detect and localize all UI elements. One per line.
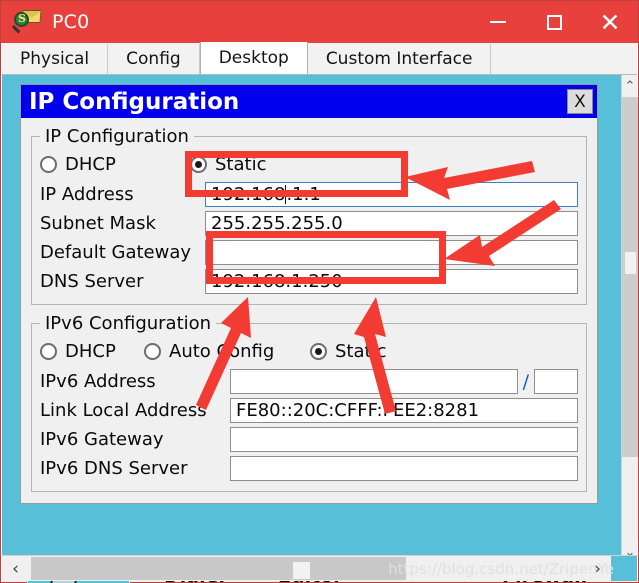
default-gateway-field[interactable] [205,240,578,265]
ip-configuration-titlebar: IP Configuration X [21,85,597,118]
ipv6-address-field[interactable] [230,369,518,394]
ipv4-configuration-legend: IP Configuration [45,126,189,147]
ipv6-dhcp-label: DHCP [65,340,116,362]
window-titlebar: S PC0 ✕ [1,1,638,43]
dns-server-value: 192.168.1.250 [211,271,343,292]
ipv6-configuration-legend: IPv6 Configuration [45,313,212,334]
link-local-address-row: Link Local Address FE80::20C:CFFF:FEE2:8… [40,396,578,425]
ipv6-dns-server-field[interactable] [230,456,578,481]
scroll-up-icon[interactable]: ⌃ [622,75,638,97]
scrollbar-corner [611,556,637,581]
close-button[interactable]: ✕ [582,1,638,43]
radio-icon-selected [310,342,327,360]
packet-tracer-device-window: S PC0 ✕ Physical Config Desktop Custom I… [0,0,639,583]
ipv4-static-label: Static [215,153,267,175]
scroll-left-icon[interactable]: ‹ [2,556,29,581]
vertical-scroll-track[interactable] [622,97,638,541]
ip-configuration-dialog: IP Configuration X IP Configuration DHCP [20,84,598,504]
ip-configuration-title: IP Configuration [29,88,240,115]
window-title: PC0 [52,11,90,33]
ipv6-dhcp-radio[interactable]: DHCP [40,341,144,362]
ip-address-field[interactable]: 192.168.1.1 [205,182,578,207]
ipv4-configuration-group: IP Configuration DHCP Static IP Address … [31,126,587,305]
vertical-scrollbar[interactable]: ⌃ ⌄ [621,75,638,563]
close-icon: ✕ [599,7,621,37]
subnet-mask-field[interactable]: 255.255.255.0 [205,211,578,236]
link-local-address-field[interactable]: FE80::20C:CFFF:FEE2:8281 [230,398,578,423]
ipv6-gateway-field[interactable] [230,427,578,452]
maximize-button[interactable] [526,1,582,43]
window-controls: ✕ [470,1,638,43]
default-gateway-label: Default Gateway [40,242,192,263]
default-gateway-row: Default Gateway [40,238,578,267]
ipv6-address-label: IPv6 Address [40,371,156,392]
tab-physical[interactable]: Physical [2,44,109,74]
ipv6-gateway-row: IPv6 Gateway [40,425,578,454]
subnet-mask-value: 255.255.255.0 [211,213,343,234]
dns-server-row: DNS Server 192.168.1.250 [40,267,578,296]
dns-server-field[interactable]: 192.168.1.250 [205,269,578,294]
packet-tracer-icon: S [11,9,43,35]
ipv6-address-row: IPv6 Address / [40,367,578,396]
ipv6-configuration-group: IPv6 Configuration DHCP Auto Config Stat… [31,313,587,492]
subnet-mask-label: Subnet Mask [40,213,156,234]
scroll-thumb-grip [625,252,636,274]
vertical-scroll-thumb[interactable] [622,97,638,457]
tab-desktop[interactable]: Desktop [199,42,308,74]
desktop-panel: Dialer Editor Firewall IP Configuration … [2,75,638,583]
dialog-close-button[interactable]: X [567,89,593,114]
radio-icon [144,342,161,360]
ip-address-value-tail: .1.1 [286,184,321,205]
dns-server-label: DNS Server [40,271,144,292]
ipv6-dns-server-row: IPv6 DNS Server [40,454,578,483]
ip-address-label: IP Address [40,184,134,205]
ipv6-gateway-label: IPv6 Gateway [40,429,164,450]
subnet-mask-row: Subnet Mask 255.255.255.0 [40,209,578,238]
radio-icon [40,342,57,360]
link-local-address-value: FE80::20C:CFFF:FEE2:8281 [236,400,480,421]
ipv4-dhcp-radio[interactable]: DHCP [40,154,190,175]
ipv6-static-radio[interactable]: Static [310,341,386,362]
ip-address-row: IP Address 192.168.1.1 [40,180,578,209]
ipv6-auto-config-label: Auto Config [169,340,275,362]
ipv6-static-label: Static [335,340,387,362]
link-local-address-label: Link Local Address [40,400,207,421]
ipv6-prefix-length-field[interactable] [534,369,578,394]
ip-configuration-body: IP Configuration DHCP Static IP Address … [21,118,597,503]
ipv6-dns-server-label: IPv6 DNS Server [40,458,188,479]
ipv6-auto-config-radio[interactable]: Auto Config [144,341,310,362]
ipv4-mode-radio-group: DHCP Static [40,149,578,179]
radio-icon-selected [190,155,207,173]
ipv4-dhcp-label: DHCP [65,153,116,175]
horizontal-scroll-thumb[interactable] [31,557,406,580]
tab-bar: Physical Config Desktop Custom Interface [2,42,637,75]
tab-custom-interface[interactable]: Custom Interface [307,44,492,74]
ipv6-prefix-separator: / [522,370,529,393]
ipv4-static-radio[interactable]: Static [190,154,266,175]
tab-config[interactable]: Config [108,44,200,74]
ipv6-mode-radio-group: DHCP Auto Config Static [40,336,578,366]
desktop-canvas: Dialer Editor Firewall IP Configuration … [2,75,621,583]
scroll-thumb-grip [293,562,310,579]
watermark: https://blog.csdn.net/ZripenYe [388,560,614,578]
minimize-button[interactable] [470,1,526,43]
radio-icon [40,155,57,173]
ip-address-value: 192.168 [211,184,286,205]
